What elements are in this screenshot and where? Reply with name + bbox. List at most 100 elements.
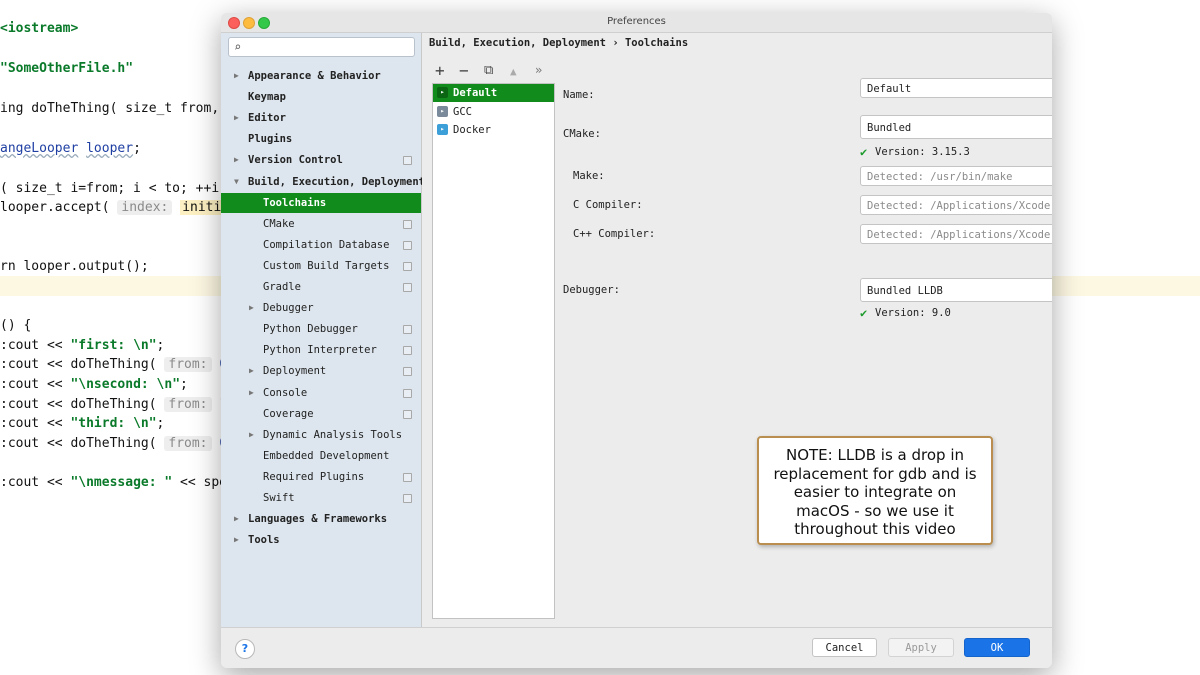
nav-item-label: Custom Build Targets: [263, 259, 390, 272]
cmake-select[interactable]: Bundled ▲▼: [860, 115, 1052, 139]
note-line: macOS - so we use it: [796, 501, 954, 520]
code-line: :cout << "\nsecond: \n";: [0, 376, 188, 394]
toolchain-item-docker[interactable]: ▸ Docker: [433, 121, 554, 139]
code-line: angeLooper looper;: [0, 140, 141, 158]
project-scope-icon: [403, 494, 412, 503]
nav-item-cmake[interactable]: CMake: [221, 214, 421, 234]
toolchain-item-label: Docker: [453, 124, 491, 136]
nav-item-label: Keymap: [248, 91, 286, 104]
nav-item-label: Coverage: [263, 407, 314, 420]
project-scope-icon: [403, 325, 412, 335]
nav-item-swift[interactable]: Swift: [221, 488, 421, 508]
ok-button[interactable]: OK: [964, 638, 1030, 657]
nav-item-console[interactable]: ▶ Console: [221, 383, 421, 403]
nav-item-python-interpreter[interactable]: Python Interpreter: [221, 340, 421, 360]
cancel-button[interactable]: Cancel: [812, 638, 877, 657]
project-scope-icon: [403, 261, 412, 271]
nav-item-label: Appearance & Behavior: [248, 70, 381, 82]
nav-item-build-execution-deployment[interactable]: ▼ Build, Execution, Deployment: [221, 172, 425, 192]
nav-item-deployment[interactable]: ▶ Deployment: [221, 361, 421, 381]
make-input[interactable]: Detected: /usr/bin/make ▼: [860, 166, 1052, 186]
make-input-value: Detected: /usr/bin/make: [867, 171, 1013, 183]
nav-item-label: Plugins: [248, 133, 293, 146]
code-token: angeLooper: [0, 141, 79, 156]
nav-item-label: Python Interpreter: [263, 344, 377, 357]
chevron-right-icon[interactable]: ▶: [234, 108, 239, 128]
nav-item-toolchains[interactable]: Toolchains: [221, 192, 421, 213]
move-up-button[interactable]: ▲: [510, 65, 517, 78]
toolchain-item-gcc[interactable]: ▸ GCC: [433, 103, 554, 121]
nav-item-label: CMake: [263, 217, 295, 230]
cpp-compiler-input[interactable]: Detected: /Applications/Xcode.app/Conten…: [860, 224, 1052, 244]
code-line: :cout << "first: \n";: [0, 337, 164, 355]
c-compiler-input[interactable]: Detected: /Applications/Xcode.app/Conten…: [860, 195, 1052, 215]
code-token: :cout <<: [0, 475, 71, 490]
nav-item-languages-frameworks[interactable]: ▶ Languages & Frameworks: [221, 509, 421, 529]
nav-item-dynamic-analysis-tools[interactable]: ▶ Dynamic Analysis Tools: [221, 425, 421, 445]
chevron-right-icon[interactable]: ▶: [249, 383, 254, 403]
code-token: ;: [156, 338, 165, 353]
cpp-compiler-input-value: Detected: /Applications/Xcode.app/Conten…: [867, 229, 1052, 241]
code-line: :cout << "\nmessage: " << spec: [0, 474, 235, 492]
chevron-right-icon[interactable]: ▶: [249, 361, 254, 381]
code-line: :cout << doTheThing( from: 0,: [0, 356, 235, 374]
chevron-right-icon[interactable]: ▶: [234, 509, 239, 529]
toolchain-item-default[interactable]: ▸ Default: [433, 84, 554, 102]
add-toolchain-button[interactable]: +: [435, 61, 445, 80]
chevron-down-icon[interactable]: ▼: [234, 172, 239, 192]
nav-item-appearance-behavior[interactable]: ▶ Appearance & Behavior: [221, 66, 421, 86]
nav-item-compilation-database[interactable]: Compilation Database: [221, 235, 421, 255]
code-token: "third: \n": [70, 416, 157, 431]
help-button[interactable]: ?: [235, 639, 255, 659]
nav-item-python-debugger[interactable]: Python Debugger: [221, 319, 421, 339]
name-input[interactable]: Default: [860, 78, 1052, 98]
nav-item-tools[interactable]: ▶ Tools: [221, 530, 421, 550]
project-scope-icon: [403, 409, 412, 419]
project-scope-icon: [403, 283, 412, 292]
nav-item-version-control[interactable]: ▶ Version Control: [221, 150, 421, 170]
code-token: () {: [0, 318, 32, 333]
project-scope-icon: [403, 388, 412, 398]
code-line: looper.accept( index: initial+: [0, 199, 247, 217]
docker-icon: ▸: [437, 124, 448, 135]
nav-item-embedded-development[interactable]: Embedded Development: [221, 446, 421, 466]
code-token: from:: [164, 436, 212, 451]
nav-item-keymap[interactable]: Keymap: [221, 87, 421, 107]
code-line: <iostream>: [0, 20, 78, 38]
nav-item-coverage[interactable]: Coverage: [221, 404, 421, 424]
code-token: :cout <<: [0, 377, 71, 392]
nav-item-editor[interactable]: ▶ Editor: [221, 108, 421, 128]
nav-item-label: Gradle: [263, 281, 301, 293]
code-token: ing doThe: [0, 101, 71, 116]
code-token: ( size_t i=from; i < to; ++i ): [0, 181, 235, 196]
debugger-label: Debugger:: [563, 284, 620, 296]
nav-item-debugger[interactable]: ▶ Debugger: [221, 298, 421, 318]
debugger-select[interactable]: Bundled LLDB ▲▼: [860, 278, 1052, 302]
nav-item-plugins[interactable]: Plugins: [221, 129, 421, 149]
more-options-button[interactable]: »: [535, 63, 542, 77]
chevron-right-icon[interactable]: ▶: [249, 425, 254, 445]
chevron-right-icon[interactable]: ▶: [234, 150, 239, 170]
chevron-right-icon[interactable]: ▶: [234, 66, 239, 86]
window-title: Preferences: [607, 16, 666, 27]
copy-toolchain-button[interactable]: ⧉: [484, 63, 493, 78]
project-scope-icon: [403, 367, 412, 377]
code-line: :cout << doTheThing( from: 100: [0, 396, 243, 414]
apply-button[interactable]: Apply: [888, 638, 954, 657]
chevron-right-icon[interactable]: ▶: [249, 298, 254, 318]
remove-toolchain-button[interactable]: −: [459, 61, 469, 80]
nav-item-gradle[interactable]: Gradle: [221, 277, 421, 297]
cmake-label: CMake:: [563, 128, 601, 140]
code-token: "first: \n": [70, 338, 157, 353]
nav-item-required-plugins[interactable]: Required Plugins: [221, 467, 421, 487]
settings-search-input[interactable]: ⌕: [228, 37, 415, 57]
note-line: replacement for gdb and is: [773, 464, 977, 483]
nav-item-custom-build-targets[interactable]: Custom Build Targets: [221, 256, 421, 276]
settings-sidebar: ⌕ ▶ Appearance & Behavior Keymap ▶ Editor Plu…: [221, 33, 425, 627]
nav-item-label: Required Plugins: [263, 470, 365, 483]
code-line: :cout << "third: \n";: [0, 415, 164, 433]
code-token: "\nmessage: ": [70, 475, 173, 490]
chevron-right-icon[interactable]: ▶: [234, 530, 239, 550]
terminal-icon: ▸: [437, 105, 448, 117]
